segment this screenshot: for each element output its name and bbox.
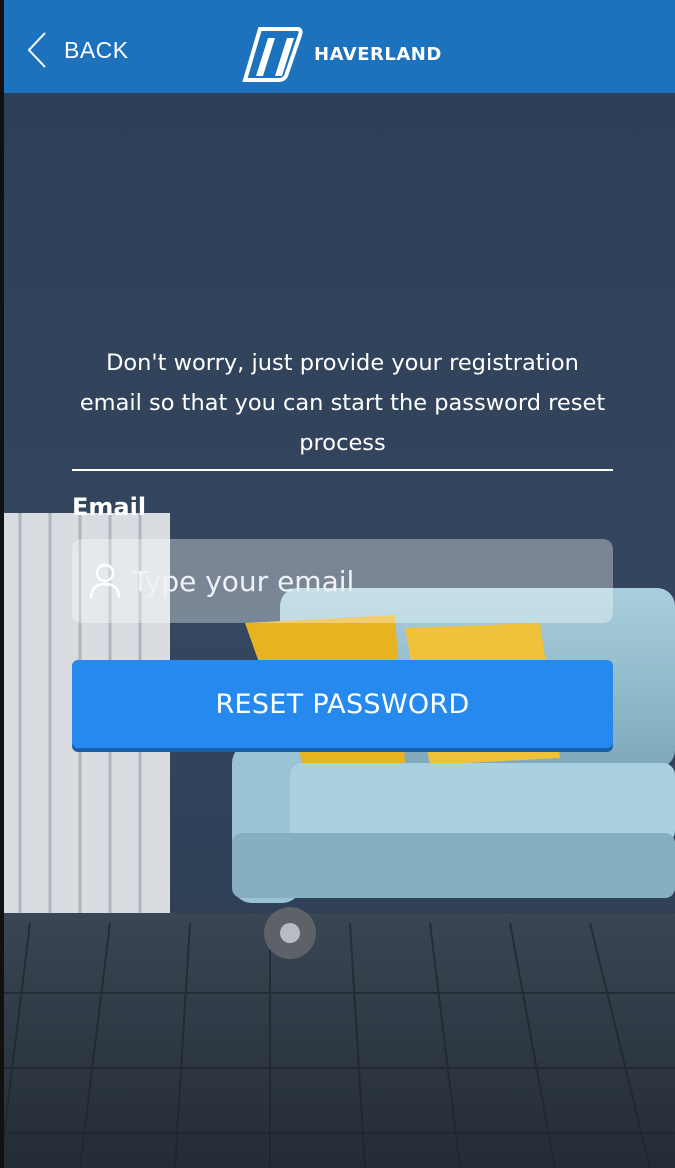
user-icon — [89, 563, 121, 599]
reset-password-button[interactable]: RESET PASSWORD — [72, 660, 613, 748]
email-field[interactable] — [72, 539, 613, 623]
chevron-left-icon — [27, 32, 46, 68]
top-app-bar: BACK HAVERLAND — [0, 0, 675, 93]
email-label: Email — [72, 493, 147, 521]
reset-password-form: Don't worry, just provide your registrat… — [0, 0, 675, 1168]
brand-name: HAVERLAND — [314, 43, 442, 65]
email-input[interactable] — [130, 550, 594, 612]
back-button-label: BACK — [64, 36, 129, 63]
instructions-text: Don't worry, just provide your registrat… — [79, 350, 606, 456]
haverland-logo-icon — [242, 27, 303, 82]
screen-edge — [0, 0, 4, 1168]
back-button[interactable]: BACK — [26, 30, 129, 70]
divider-line — [72, 469, 613, 471]
brand-logo: HAVERLAND — [242, 24, 442, 84]
